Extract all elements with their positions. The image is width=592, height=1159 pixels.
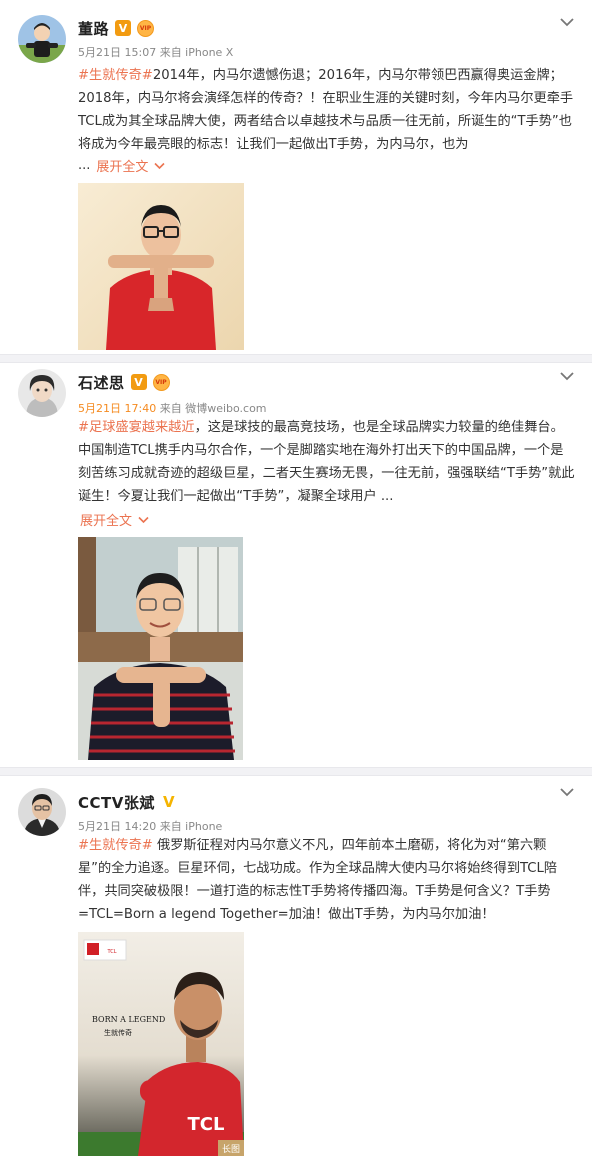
post-divider <box>0 354 592 363</box>
expand-full-text[interactable]: ... 展开全文 <box>78 156 165 175</box>
vip-badge-icon: VIP <box>137 19 155 37</box>
avatar[interactable] <box>18 15 66 63</box>
expand-label: 展开全文 <box>80 514 133 529</box>
weibo-post-3: CCTV张斌 V 5月21日 14:20 来自 iPhone #生就传奇# 俄罗… <box>0 776 592 1159</box>
chevron-down-icon <box>138 516 149 523</box>
jersey-logo: TCL <box>188 1114 225 1135</box>
long-image-badge: 长图 <box>222 1143 240 1155</box>
expand-full-text[interactable]: 展开全文 <box>80 510 149 529</box>
post-text: #生就传奇# 俄罗斯征程对内马尔意义不凡，四年前本土磨砺，将化为对“第六颗星”的… <box>78 838 558 922</box>
post-source: 来自 微博weibo.com <box>156 402 267 415</box>
vip-badge-icon: VIP <box>152 373 170 391</box>
post-time[interactable]: 5月21日 17:40 <box>78 402 156 415</box>
verified-badge-icon: V <box>130 374 147 390</box>
chevron-down-icon[interactable] <box>560 17 574 27</box>
post-image[interactable] <box>78 183 244 350</box>
avatar[interactable] <box>18 369 66 417</box>
post-divider <box>0 767 592 776</box>
hashtag-link[interactable]: #生就传奇# <box>78 838 153 853</box>
expand-label: 展开全文 <box>96 160 149 175</box>
user-name[interactable]: CCTV张斌 <box>78 792 155 813</box>
weibo-post-1: 董路 V VIP 5月21日 15:07 来自 iPhone X #生就传奇#2… <box>0 0 592 355</box>
user-name[interactable]: 石述思 <box>78 372 125 393</box>
hashtag-link[interactable]: #生就传奇# <box>78 68 153 83</box>
post-meta: 5月21日 14:20 来自 iPhone <box>78 820 223 833</box>
ellipsis: ... <box>78 158 91 173</box>
post-text: #生就传奇#2014年，内马尔遗憾伤退；2016年，内马尔带领巴西赢得奥运金牌；… <box>78 68 574 152</box>
chevron-down-icon[interactable] <box>560 371 574 381</box>
poster-title: BORN A LEGEND <box>92 1015 165 1024</box>
post-image[interactable]: TCL BORN A LEGEND 生就传奇 TCL 长图 <box>78 932 244 1156</box>
weibo-post-2: 石述思 V VIP 5月21日 17:40 来自 微博weibo.com #足球… <box>0 363 592 767</box>
hashtag-link[interactable]: #足球盛宴越来越近 <box>78 420 195 435</box>
chevron-down-icon[interactable] <box>560 787 574 797</box>
post-meta: 5月21日 17:40 来自 微博weibo.com <box>78 400 267 416</box>
poster-logo: TCL <box>106 949 116 955</box>
verified-badge-icon: V <box>115 20 132 36</box>
chevron-down-icon <box>154 162 165 169</box>
post-text: #足球盛宴越来越近，这是球技的最高竞技场，也是全球品牌实力较量的绝佳舞台。中国制… <box>78 420 575 504</box>
verified-badge-icon: V <box>163 793 175 811</box>
poster-subtitle: 生就传奇 <box>104 1028 132 1037</box>
user-name[interactable]: 董路 <box>78 18 109 39</box>
post-meta: 5月21日 15:07 来自 iPhone X <box>78 46 234 59</box>
avatar[interactable] <box>18 788 66 836</box>
post-image[interactable] <box>78 537 243 760</box>
